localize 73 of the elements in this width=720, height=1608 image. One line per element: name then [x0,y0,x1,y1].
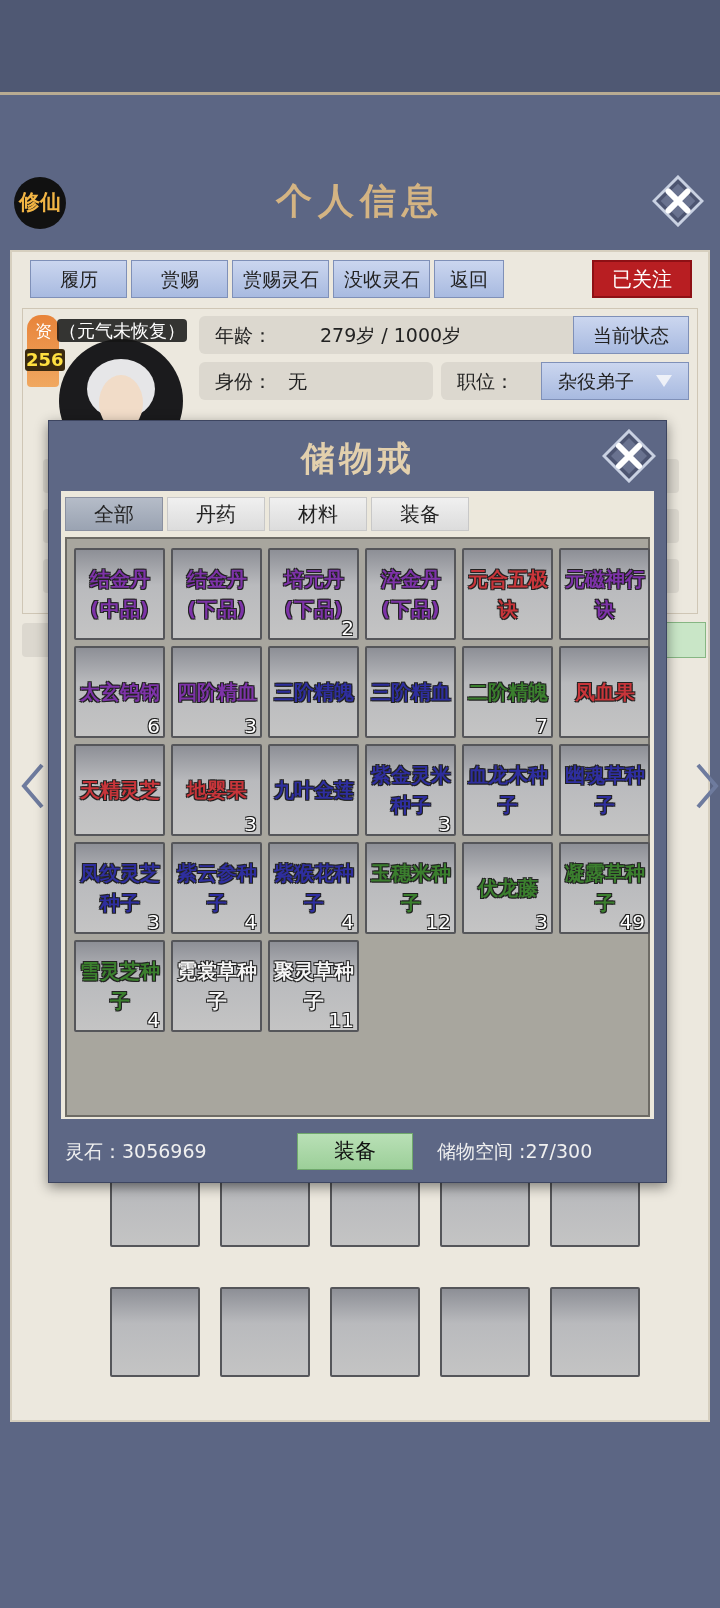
empty-slot[interactable] [440,1287,530,1377]
item-count: 7 [535,714,548,738]
empty-slot[interactable] [330,1287,420,1377]
item-slot[interactable]: 凤纹灵芝种子 3 [74,842,165,934]
item-name: 四阶精血 [176,679,257,706]
item-count: 6 [147,714,160,738]
category-tab[interactable]: 装备 [371,497,469,531]
item-name: 元合五极诀 [466,566,549,623]
empty-slot[interactable] [110,1287,200,1377]
item-slot[interactable]: 培元丹(下品) 2 [268,548,359,640]
item-slot[interactable]: 四阶精血 3 [171,646,262,738]
item-slot[interactable]: 三阶精魄 [268,646,359,738]
item-name: 幽魂草种子 [563,762,646,819]
item-slot[interactable]: 元磁神行诀 [559,548,650,640]
spirit-stone-count: 灵石：3056969 [65,1139,208,1165]
empty-slot[interactable] [550,1287,640,1377]
item-name: 地婴果 [186,777,247,804]
item-name: 霓裳草种子 [175,958,258,1015]
item-count: 3 [535,910,548,934]
item-name: 凤血果 [574,679,635,706]
empty-slot[interactable] [220,1287,310,1377]
close-button[interactable] [602,429,656,483]
item-slot[interactable]: 元合五极诀 [462,548,553,640]
item-name: 三阶精血 [370,679,451,706]
item-name: 元磁神行诀 [563,566,646,623]
equip-button[interactable]: 装备 [297,1133,413,1170]
close-button[interactable] [652,175,704,227]
age-value: 279岁 / 1000岁 [320,322,462,348]
item-name: 伏龙藤 [477,875,538,902]
item-slot[interactable]: 结金丹(下品) [171,548,262,640]
identity-label: 身份： [215,368,272,394]
category-tab[interactable]: 丹药 [167,497,265,531]
action-button[interactable]: 返回 [434,260,504,298]
item-count: 3 [244,812,257,836]
item-count: 3 [244,714,257,738]
storage-capacity: 储物空间 :27/300 [437,1139,593,1165]
aptitude-value: 256 [25,349,65,371]
item-slot[interactable]: 紫猴花种子 4 [268,842,359,934]
action-button[interactable]: 赏赐 [131,260,228,298]
item-name: 九叶金莲 [273,777,354,804]
page-title: 个人信息 [274,178,445,223]
dialog-title: 储物戒 [299,437,416,480]
age-label: 年龄： [215,322,272,348]
item-name: 结金丹(中品) [88,566,151,623]
item-name: 太玄钨钢 [79,679,160,706]
item-name: 血龙木种子 [466,762,549,819]
action-button[interactable]: 履历 [30,260,127,298]
item-name: 淬金丹(下品) [379,566,442,623]
position-dropdown[interactable]: 杂役弟子 [541,362,689,400]
item-slot[interactable]: 三阶精血 [365,646,456,738]
item-slot[interactable]: 太玄钨钢 6 [74,646,165,738]
item-name: 天精灵芝 [79,777,160,804]
category-tab[interactable]: 材料 [269,497,367,531]
follow-button[interactable]: 已关注 [592,260,692,298]
position-label: 职位： [457,368,514,394]
action-button[interactable]: 赏赐灵石 [232,260,329,298]
action-button[interactable]: 没收灵石 [333,260,430,298]
status-button[interactable]: 当前状态 [573,316,689,354]
logo: 修仙 [14,177,66,229]
item-slot[interactable]: 幽魂草种子 [559,744,650,836]
item-slot[interactable]: 血龙木种子 [462,744,553,836]
item-slot[interactable]: 紫金灵米种子 3 [365,744,456,836]
identity-value: 无 [288,368,307,394]
item-slot[interactable]: 淬金丹(下品) [365,548,456,640]
item-name: 结金丹(下品) [185,566,248,623]
category-tab[interactable]: 全部 [65,497,163,531]
item-name: 二阶精魄 [467,679,548,706]
item-name: 三阶精魄 [273,679,354,706]
item-slot[interactable]: 紫云参种子 4 [171,842,262,934]
item-slot[interactable]: 结金丹(中品) [74,548,165,640]
item-slot[interactable]: 九叶金莲 [268,744,359,836]
vitality-status: （元气未恢复） [57,319,187,343]
dropdown-arrow-icon [656,375,672,387]
